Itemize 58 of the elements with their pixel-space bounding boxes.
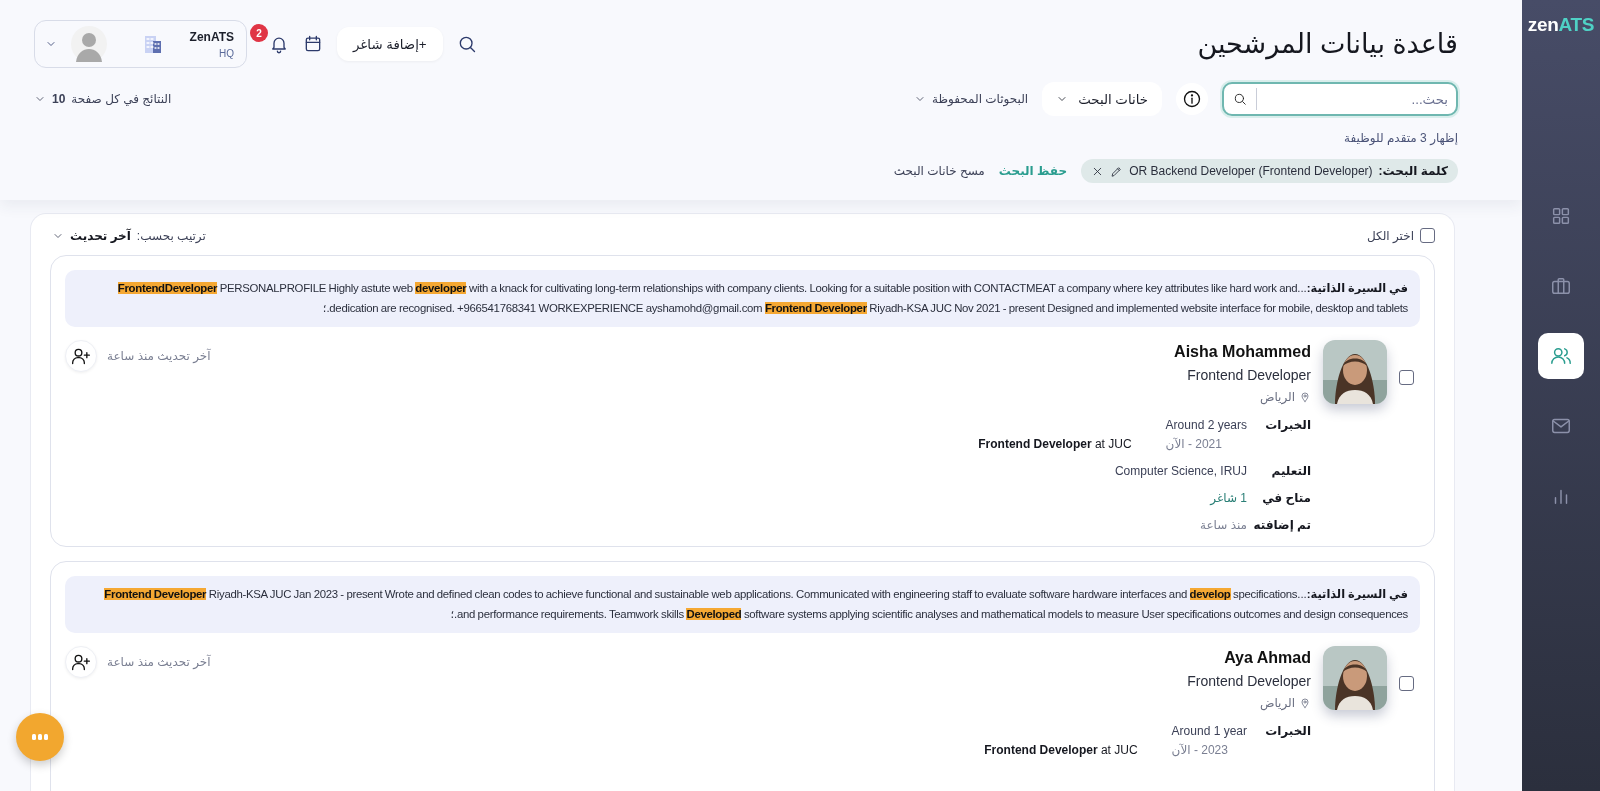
sort-dropdown[interactable]: ترتيب بحسب: آخر تحديث bbox=[52, 228, 206, 243]
location-pin-icon bbox=[1299, 697, 1311, 709]
pencil-icon[interactable] bbox=[1110, 164, 1124, 178]
calendar-icon[interactable] bbox=[303, 34, 323, 54]
experience-duration: Around 1 year bbox=[1171, 724, 1247, 738]
avatar bbox=[71, 26, 107, 62]
search-icon bbox=[1233, 92, 1247, 106]
detail-label: الخبرات bbox=[1264, 418, 1311, 432]
clear-search-link[interactable]: مسح خانات البحث bbox=[893, 164, 985, 178]
users-icon bbox=[1550, 345, 1572, 367]
account-switcher[interactable]: ZenATS HQ bbox=[34, 20, 247, 68]
location-pin-icon bbox=[1299, 391, 1311, 403]
checkbox[interactable] bbox=[1399, 676, 1414, 691]
detail-label: الخبرات bbox=[1264, 724, 1311, 738]
detail-value: Computer Science, IRUJ bbox=[1114, 464, 1247, 478]
detail-label: التعليم bbox=[1270, 464, 1311, 478]
candidate-title: Frontend Developer bbox=[1187, 673, 1311, 689]
experience-role: Frontend Developer at JUC bbox=[978, 437, 1132, 451]
detail-label: تم إضافته bbox=[1253, 518, 1311, 532]
detail-value: منذ ساعة bbox=[1200, 518, 1247, 532]
nav-item[interactable] bbox=[1538, 333, 1584, 379]
add-to-vacancy-button[interactable] bbox=[65, 646, 97, 678]
logo: zenATS bbox=[1527, 14, 1595, 36]
info-button[interactable] bbox=[1176, 83, 1208, 115]
notification-badge: 2 bbox=[250, 24, 268, 42]
chip-value: OR Backend Developer (Frontend Developer) bbox=[1129, 164, 1373, 178]
user-plus-icon bbox=[71, 652, 91, 672]
candidate-location: الرياض bbox=[1259, 696, 1295, 710]
experience-duration: Around 2 years bbox=[1165, 418, 1247, 432]
last-updated: آخر تحديث منذ ساعة bbox=[107, 349, 211, 363]
candidate-name[interactable]: Aisha Mohammed bbox=[1174, 343, 1311, 361]
candidate-name[interactable]: Aya Ahmad bbox=[1224, 649, 1311, 667]
checkbox[interactable] bbox=[1399, 370, 1414, 385]
select-all-label: اختر الكل bbox=[1366, 228, 1414, 243]
search-field[interactable]: بحث... bbox=[1222, 82, 1458, 116]
saved-searches-dropdown[interactable]: البحوثات المحفوظة bbox=[914, 92, 1029, 106]
candidate-title: Frontend Developer bbox=[1187, 367, 1311, 383]
search-fields-dropdown[interactable]: خانات البحث bbox=[1042, 82, 1162, 116]
account-branch: HQ bbox=[219, 47, 234, 59]
candidate-location: الرياض bbox=[1259, 390, 1295, 404]
add-vacancy-button[interactable]: +إضافة شاغر bbox=[337, 27, 443, 61]
detail-label: متاح في bbox=[1261, 491, 1311, 505]
add-to-vacancy-button[interactable] bbox=[65, 340, 97, 372]
user-plus-icon bbox=[71, 346, 91, 366]
experience-period: 2023 - الآن bbox=[1171, 743, 1228, 757]
vacancy-link[interactable]: 1 شاغر bbox=[1210, 491, 1247, 505]
page-title: قاعدة بيانات المرشحين bbox=[1197, 28, 1458, 60]
experience-role: Frontend Developer at JUC bbox=[984, 743, 1138, 757]
last-updated: آخر تحديث منذ ساعة bbox=[107, 655, 211, 669]
account-name: ZenATS bbox=[189, 29, 234, 44]
chip-label: كلمة البحث: bbox=[1378, 164, 1448, 178]
dashboard-grid-icon bbox=[1550, 205, 1572, 227]
result-count: إظهار 3 متقدم للوظيفة bbox=[1343, 131, 1458, 145]
briefcase-icon bbox=[1550, 275, 1572, 297]
more-icon bbox=[32, 734, 48, 740]
experience-period: 2021 - الآن bbox=[1165, 437, 1222, 451]
info-icon bbox=[1182, 89, 1202, 109]
checkbox[interactable] bbox=[1420, 228, 1435, 243]
